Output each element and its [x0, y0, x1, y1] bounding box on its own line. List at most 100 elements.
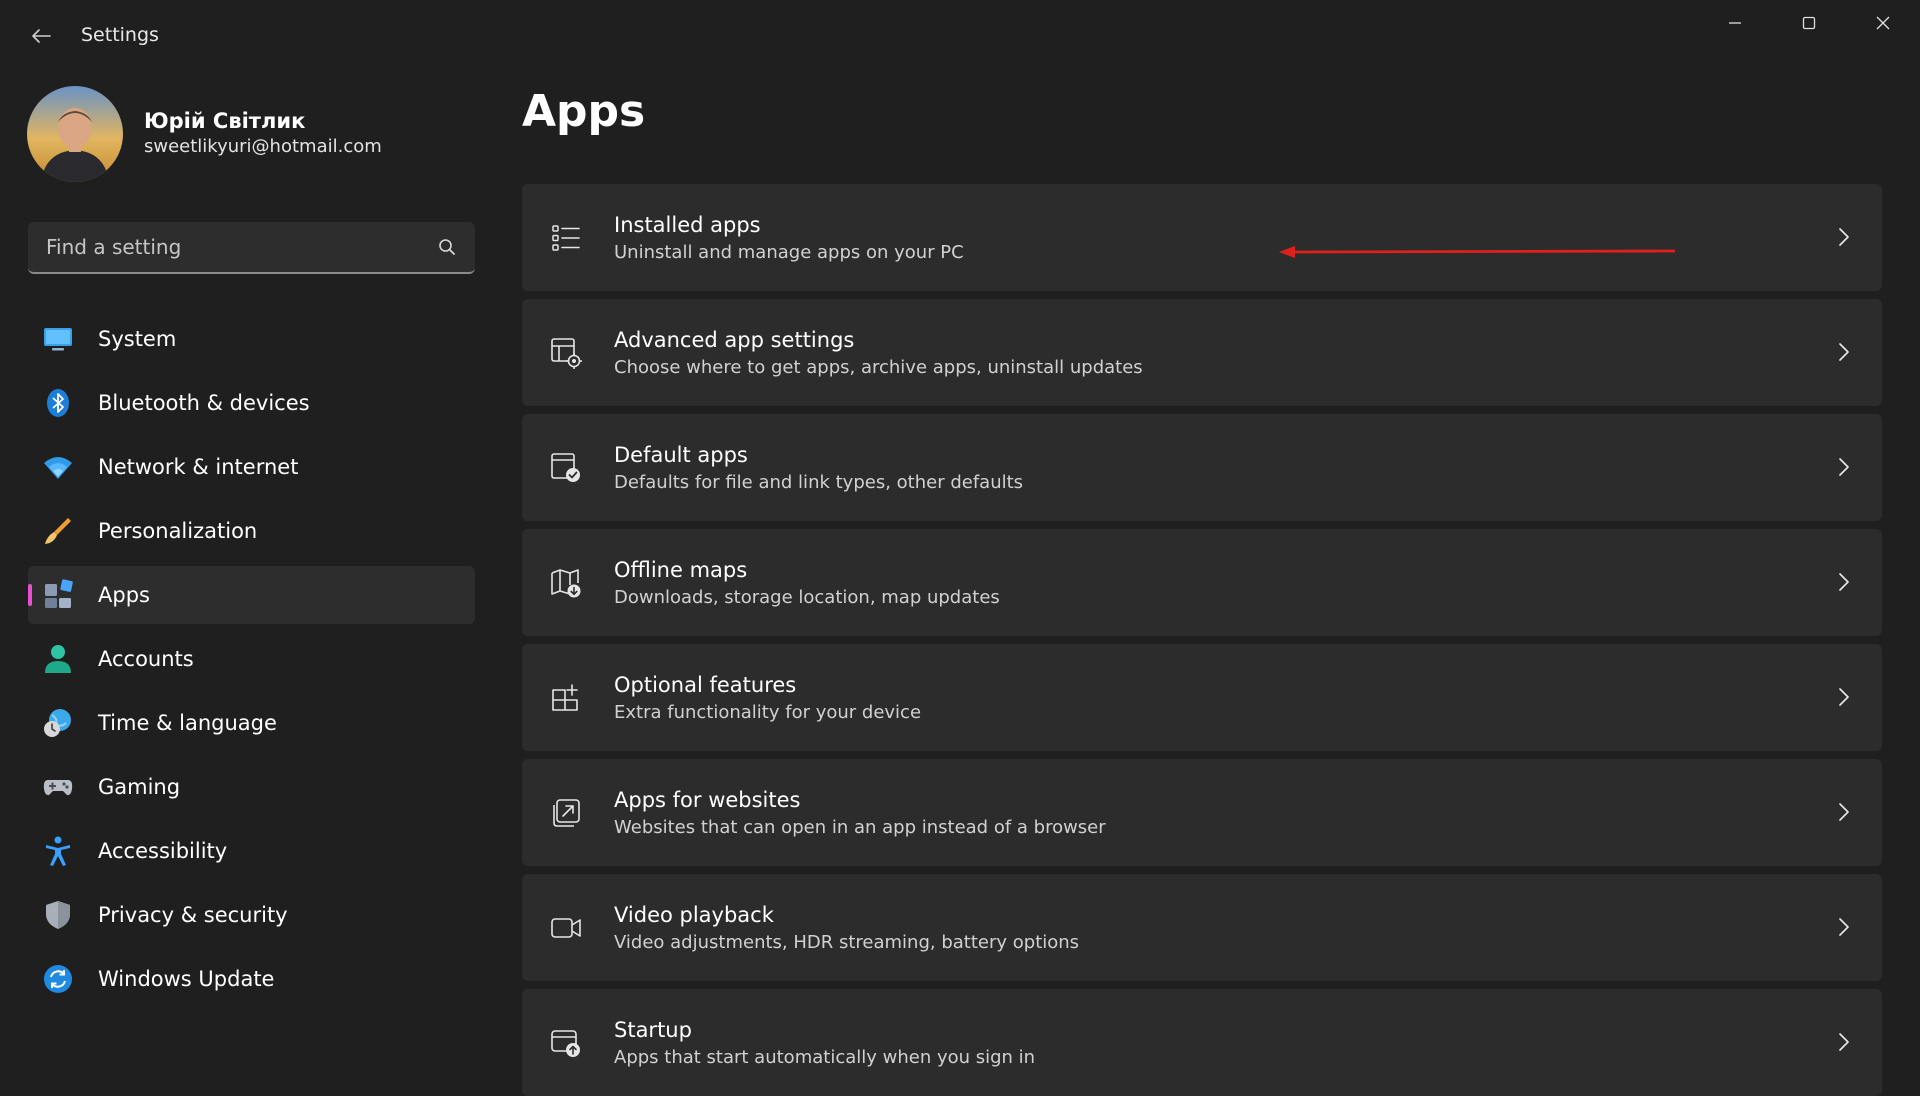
close-button[interactable]: [1846, 0, 1920, 46]
list-icon: [548, 220, 584, 256]
sidebar-nav: System Bluetooth & devices Network & int…: [28, 310, 475, 1014]
shield-icon: [42, 899, 74, 931]
user-profile[interactable]: Юрій Світлик sweetlikyuri@hotmail.com: [27, 86, 382, 182]
person-icon: [42, 643, 74, 675]
card-title: Offline maps: [614, 558, 748, 582]
window-controls: [1698, 0, 1920, 46]
card-description: Defaults for file and link types, other …: [614, 472, 1024, 493]
card-title: Apps for websites: [614, 788, 801, 812]
page-title: Apps: [522, 86, 646, 137]
sidebar-item-system[interactable]: System: [28, 310, 475, 368]
search-icon[interactable]: [435, 235, 459, 259]
gamepad-icon: [42, 771, 74, 803]
title-bar: Settings: [0, 0, 1920, 72]
card-offline-maps[interactable]: Offline maps Downloads, storage location…: [522, 529, 1882, 636]
sidebar-item-label: Accounts: [98, 647, 194, 671]
card-startup[interactable]: Startup Apps that start automatically wh…: [522, 989, 1882, 1096]
sidebar-item-label: Personalization: [98, 519, 258, 543]
card-text: Startup Apps that start automatically wh…: [614, 1017, 1035, 1071]
sidebar-item-time-language[interactable]: Time & language: [28, 694, 475, 752]
map-download-icon: [548, 565, 584, 601]
card-description: Apps that start automatically when you s…: [614, 1047, 1036, 1068]
sidebar-item-label: Privacy & security: [98, 903, 288, 927]
card-text: Advanced app settings Choose where to ge…: [614, 327, 1143, 381]
sidebar-item-label: Gaming: [98, 775, 181, 799]
profile-name: Юрій Світлик: [144, 109, 306, 133]
sidebar-item-accounts[interactable]: Accounts: [28, 630, 475, 688]
sidebar: Юрій Світлик sweetlikyuri@hotmail.com Fi…: [0, 72, 490, 1096]
avatar-photo-icon: [27, 86, 123, 182]
chevron-right-icon: [1832, 455, 1856, 479]
system-icon: [42, 323, 74, 355]
profile-text: Юрій Світлик sweetlikyuri@hotmail.com: [144, 108, 382, 160]
sidebar-item-bluetooth-devices[interactable]: Bluetooth & devices: [28, 374, 475, 432]
chevron-right-icon: [1832, 1030, 1856, 1054]
card-description: Extra functionality for your device: [614, 702, 922, 723]
brush-icon: [42, 515, 74, 547]
add-grid-icon: [548, 680, 584, 716]
card-text: Video playback Video adjustments, HDR st…: [614, 902, 1079, 956]
maximize-button[interactable]: [1772, 0, 1846, 46]
close-icon: [1876, 16, 1890, 30]
card-title: Installed apps: [614, 213, 761, 237]
app-settings-icon: [548, 335, 584, 371]
wifi-icon: [42, 451, 74, 483]
chevron-right-icon: [1832, 685, 1856, 709]
card-text: Default apps Defaults for file and link …: [614, 442, 1023, 496]
annotation-arrow: [1279, 246, 1675, 258]
main-content: Apps Installed apps Uninstall and manage…: [522, 72, 1882, 1096]
card-title: Optional features: [614, 673, 797, 697]
sidebar-item-label: Time & language: [98, 711, 277, 735]
card-text: Optional features Extra functionality fo…: [614, 672, 921, 726]
chevron-right-icon: [1832, 800, 1856, 824]
sidebar-item-label: Network & internet: [98, 455, 299, 479]
card-title: Default apps: [614, 443, 748, 467]
sidebar-item-privacy-security[interactable]: Privacy & security: [28, 886, 475, 944]
chevron-right-icon: [1832, 915, 1856, 939]
card-text: Offline maps Downloads, storage location…: [614, 557, 1000, 611]
maximize-icon: [1802, 16, 1816, 30]
sidebar-item-gaming[interactable]: Gaming: [28, 758, 475, 816]
sidebar-item-apps[interactable]: Apps: [28, 566, 475, 624]
card-description: Downloads, storage location, map updates: [614, 587, 1000, 608]
sidebar-item-network-internet[interactable]: Network & internet: [28, 438, 475, 496]
update-icon: [42, 963, 74, 995]
card-text: Installed apps Uninstall and manage apps…: [614, 212, 964, 266]
card-description: Choose where to get apps, archive apps, …: [614, 357, 1143, 378]
chevron-right-icon: [1832, 340, 1856, 364]
sidebar-item-label: Apps: [98, 583, 150, 607]
apps-icon: [42, 579, 74, 611]
profile-email: sweetlikyuri@hotmail.com: [144, 136, 382, 157]
minimize-icon: [1729, 22, 1741, 24]
card-advanced-app-settings[interactable]: Advanced app settings Choose where to ge…: [522, 299, 1882, 406]
sidebar-item-label: Bluetooth & devices: [98, 391, 310, 415]
settings-card-list: Installed apps Uninstall and manage apps…: [522, 184, 1882, 1096]
card-default-apps[interactable]: Default apps Defaults for file and link …: [522, 414, 1882, 521]
card-optional-features[interactable]: Optional features Extra functionality fo…: [522, 644, 1882, 751]
sidebar-item-label: System: [98, 327, 177, 351]
avatar[interactable]: [27, 86, 123, 182]
app-title: Settings: [81, 24, 159, 46]
startup-icon: [548, 1025, 584, 1061]
search-input[interactable]: [44, 234, 435, 260]
card-title: Video playback: [614, 903, 774, 927]
bluetooth-icon: [42, 387, 74, 419]
globe-clock-icon: [42, 707, 74, 739]
card-title: Startup: [614, 1018, 692, 1042]
card-installed-apps[interactable]: Installed apps Uninstall and manage apps…: [522, 184, 1882, 291]
card-text: Apps for websites Websites that can open…: [614, 787, 1106, 841]
chevron-right-icon: [1832, 570, 1856, 594]
sidebar-item-personalization[interactable]: Personalization: [28, 502, 475, 560]
back-button[interactable]: [22, 20, 60, 52]
card-description: Video adjustments, HDR streaming, batter…: [614, 932, 1080, 953]
sidebar-item-label: Accessibility: [98, 839, 228, 863]
accessibility-icon: [42, 835, 74, 867]
minimize-button[interactable]: [1698, 0, 1772, 46]
chevron-right-icon: [1832, 225, 1856, 249]
sidebar-item-windows-update[interactable]: Windows Update: [28, 950, 475, 1008]
card-apps-for-websites[interactable]: Apps for websites Websites that can open…: [522, 759, 1882, 866]
card-title: Advanced app settings: [614, 328, 855, 352]
sidebar-item-accessibility[interactable]: Accessibility: [28, 822, 475, 880]
search-box[interactable]: [28, 222, 475, 274]
card-video-playback[interactable]: Video playback Video adjustments, HDR st…: [522, 874, 1882, 981]
